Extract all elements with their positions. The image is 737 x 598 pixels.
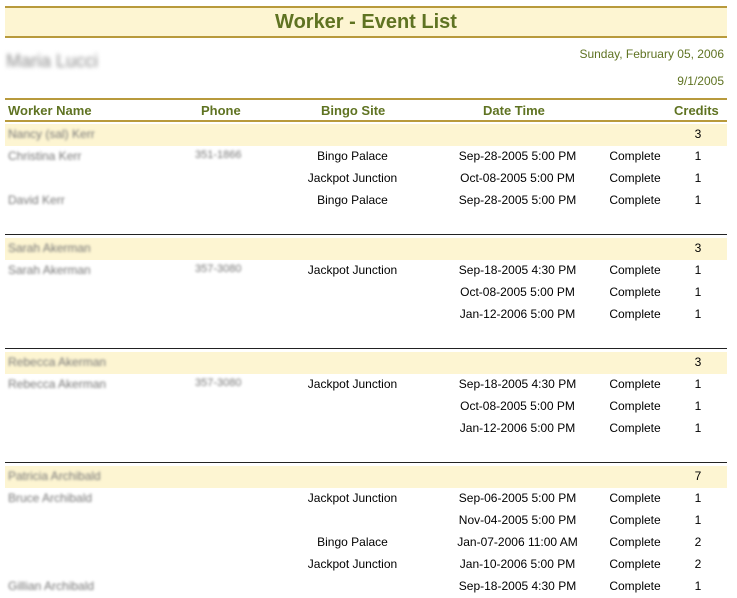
worker-name: David Kerr <box>8 193 65 207</box>
event-row: Jackpot Junction Jan-10-2006 5:00 PM Compl… <box>5 554 727 576</box>
event-status: Complete <box>609 193 661 207</box>
col-phone: Phone <box>201 103 241 118</box>
event-credits: 1 <box>694 263 702 277</box>
event-row: Jackpot Junction Oct-08-2005 5:00 PM Compl… <box>5 168 727 190</box>
report-period: 9/1/2005 <box>677 74 724 88</box>
event-datetime: Sep-06-2005 5:00 PM <box>458 491 577 505</box>
event-credits: 1 <box>694 491 702 505</box>
group-header: Sarah Akerman 3 <box>5 238 727 260</box>
group-name: Patricia Archibald <box>8 469 101 483</box>
group-credits-total: 3 <box>694 241 702 255</box>
event-credits: 1 <box>694 285 702 299</box>
report-title: Worker - Event List <box>5 6 727 38</box>
event-credits: 1 <box>694 579 702 593</box>
col-date-time: Date Time <box>483 103 545 118</box>
worker-name: Rebecca Akerman <box>8 377 107 391</box>
event-datetime: Oct-08-2005 5:00 PM <box>460 171 575 185</box>
group-credits-total: 3 <box>694 355 702 369</box>
event-status: Complete <box>609 421 661 435</box>
group-separator <box>5 462 727 463</box>
event-datetime: Oct-08-2005 5:00 PM <box>460 285 575 299</box>
col-bingo-site: Bingo Site <box>321 103 386 118</box>
worker-phone: 357-3080 <box>195 263 242 275</box>
event-datetime: Jan-12-2006 5:00 PM <box>459 421 576 435</box>
event-credits: 2 <box>694 557 702 571</box>
worker-name: Gillian Archibald <box>8 579 95 593</box>
group-credits-total: 3 <box>694 127 702 141</box>
bingo-site: Bingo Palace <box>317 535 388 549</box>
group-name: Sarah Akerman <box>8 241 91 255</box>
event-credits: 1 <box>694 513 702 527</box>
bingo-site: Jackpot Junction <box>307 377 398 391</box>
worker-phone: 351-1866 <box>195 149 242 161</box>
event-datetime: Sep-18-2005 4:30 PM <box>458 579 577 593</box>
bingo-site: Jackpot Junction <box>307 263 398 277</box>
event-datetime: Jan-10-2006 5:00 PM <box>459 557 576 571</box>
event-status: Complete <box>609 557 661 571</box>
report-owner: Maria Lucci <box>6 51 99 71</box>
event-status: Complete <box>609 377 661 391</box>
event-status: Complete <box>609 285 661 299</box>
worker-name: Bruce Archibald <box>8 491 93 505</box>
event-datetime: Sep-28-2005 5:00 PM <box>458 149 577 163</box>
group-name: Nancy (sal) Kerr <box>8 127 95 141</box>
event-datetime: Nov-04-2005 5:00 PM <box>458 513 577 527</box>
event-row: Jan-12-2006 5:00 PM Complete 1 <box>5 304 727 326</box>
event-status: Complete <box>609 263 661 277</box>
event-credits: 1 <box>694 307 702 321</box>
event-status: Complete <box>609 399 661 413</box>
event-credits: 1 <box>694 399 702 413</box>
group-name: Rebecca Akerman <box>8 355 107 369</box>
col-worker-name: Worker Name <box>8 103 92 118</box>
event-credits: 1 <box>694 171 702 185</box>
event-row: Oct-08-2005 5:00 PM Complete 1 <box>5 396 727 418</box>
event-status: Complete <box>609 535 661 549</box>
event-datetime: Sep-28-2005 5:00 PM <box>458 193 577 207</box>
event-row: Rebecca Akerman 357-3080 Jackpot Junction S… <box>5 374 727 396</box>
group-credits-total: 7 <box>694 469 702 483</box>
bingo-site: Jackpot Junction <box>307 491 398 505</box>
event-credits: 2 <box>694 535 702 549</box>
worker-name: Sarah Akerman <box>8 263 91 277</box>
bingo-site: Jackpot Junction <box>307 171 398 185</box>
col-credits: Credits <box>674 103 719 118</box>
worker-phone: 357-3080 <box>195 377 242 389</box>
event-status: Complete <box>609 149 661 163</box>
event-row: Christina Kerr 351-1866 Bingo Palace Sep-28… <box>5 146 727 168</box>
event-status: Complete <box>609 491 661 505</box>
event-row: Bruce Archibald Jackpot Junction Sep-06-20… <box>5 488 727 510</box>
group-separator <box>5 348 727 349</box>
event-row: David Kerr Bingo Palace Sep-28-2005 5:00 P… <box>5 190 727 212</box>
report-date: Sunday, February 05, 2006 <box>579 47 724 61</box>
event-status: Complete <box>609 171 661 185</box>
event-status: Complete <box>609 513 661 527</box>
bingo-site: Bingo Palace <box>317 149 388 163</box>
event-credits: 1 <box>694 193 702 207</box>
event-status: Complete <box>609 307 661 321</box>
event-datetime: Oct-08-2005 5:00 PM <box>460 399 575 413</box>
bingo-site: Jackpot Junction <box>307 557 398 571</box>
group-header: Nancy (sal) Kerr 3 <box>5 124 727 146</box>
event-datetime: Sep-18-2005 4:30 PM <box>458 377 577 391</box>
event-row: Nov-04-2005 5:00 PM Complete 1 <box>5 510 727 532</box>
event-row: Sarah Akerman 357-3080 Jackpot Junction Sep… <box>5 260 727 282</box>
event-datetime: Sep-18-2005 4:30 PM <box>458 263 577 277</box>
event-status: Complete <box>609 579 661 593</box>
column-header-row: Worker Name Phone Bingo Site Date Time C… <box>5 98 727 122</box>
event-row: Bingo Palace Jan-07-2006 11:00 AM Complete… <box>5 532 727 554</box>
event-row: Oct-08-2005 5:00 PM Complete 1 <box>5 282 727 304</box>
bingo-site: Bingo Palace <box>317 193 388 207</box>
event-datetime: Jan-07-2006 11:00 AM <box>457 535 578 549</box>
group-header: Patricia Archibald 7 <box>5 466 727 488</box>
event-row: Gillian Archibald Sep-18-2005 4:30 PM Comp… <box>5 576 727 598</box>
event-credits: 1 <box>694 149 702 163</box>
group-separator <box>5 234 727 235</box>
group-header: Rebecca Akerman 3 <box>5 352 727 374</box>
event-datetime: Jan-12-2006 5:00 PM <box>459 307 576 321</box>
event-row: Jan-12-2006 5:00 PM Complete 1 <box>5 418 727 440</box>
event-credits: 1 <box>694 377 702 391</box>
worker-name: Christina Kerr <box>8 149 82 163</box>
event-credits: 1 <box>694 421 702 435</box>
